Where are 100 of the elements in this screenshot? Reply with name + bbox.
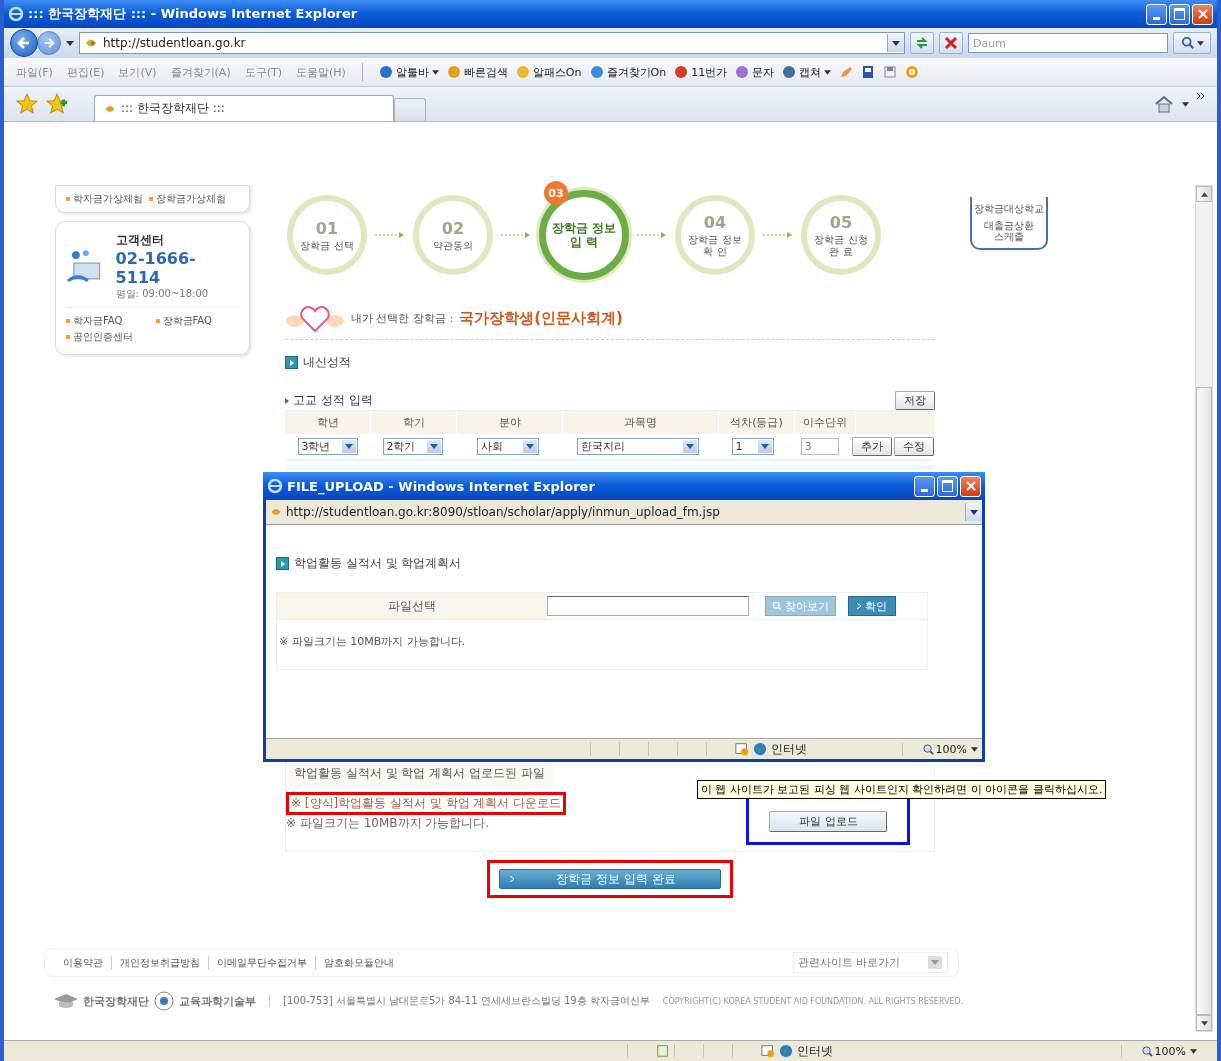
search-field[interactable]: Daum bbox=[968, 33, 1168, 53]
security-zone: 인터넷 bbox=[796, 1042, 833, 1060]
caret-icon bbox=[431, 69, 439, 75]
toolbar-button[interactable]: 문자 bbox=[735, 64, 775, 80]
popup-address-field[interactable]: http://studentloan.go.kr:8090/stloan/scholar/apply/inmun_upload_fm.jsp bbox=[266, 500, 982, 525]
scroll-down-icon[interactable] bbox=[1200, 1020, 1208, 1026]
caret-icon bbox=[426, 440, 441, 453]
close-button[interactable] bbox=[960, 475, 981, 497]
zoom-level[interactable]: 100% bbox=[1120, 1044, 1186, 1058]
maximize-button[interactable] bbox=[1169, 3, 1190, 25]
step-label: 장학금 선택 bbox=[300, 239, 354, 252]
caret-icon[interactable] bbox=[971, 746, 978, 752]
sidebar-link[interactable]: 공인인증센터 bbox=[73, 330, 133, 344]
address-field[interactable]: http://studentloan.go.kr bbox=[79, 32, 905, 54]
column-header: 석차(등급) bbox=[719, 411, 795, 434]
file-size-note: ※ 파일크기는 10MB까지 가능합니다. bbox=[286, 815, 490, 832]
row-action-button[interactable]: 추가 bbox=[851, 437, 892, 456]
add-favorite-icon[interactable] bbox=[46, 93, 68, 115]
dotted-arrow-icon bbox=[637, 231, 667, 239]
search-icon bbox=[772, 601, 782, 611]
related-sites-dropdown[interactable]: 관련사이트 바로가기 bbox=[793, 952, 948, 973]
back-arrow-icon bbox=[17, 36, 31, 50]
toolbar-button[interactable]: 알패스On bbox=[515, 64, 582, 80]
toolbar-button[interactable]: 11번가 bbox=[674, 64, 728, 80]
quick-menu-item[interactable]: 장학금대상학교 bbox=[974, 203, 1044, 214]
sidebar-link[interactable]: 학자금가상체험 bbox=[73, 192, 143, 206]
subject-dropdown[interactable]: 한국지리 bbox=[576, 438, 699, 455]
save-button[interactable]: 저장 bbox=[895, 391, 935, 410]
step-number: 01 bbox=[315, 218, 339, 238]
minimize-button[interactable] bbox=[1146, 3, 1167, 25]
tooltip: 이 웹 사이트가 보고된 피싱 웹 사이트인지 확인하려면 이 아이콘을 클릭하십시오. bbox=[697, 780, 1107, 799]
minimize-button[interactable] bbox=[914, 475, 935, 497]
chevron-icon[interactable] bbox=[1197, 93, 1205, 99]
sidebar-link[interactable]: 학자금FAQ bbox=[73, 314, 123, 328]
forward-arrow-icon bbox=[43, 37, 55, 49]
dotted-arrow-icon bbox=[375, 231, 405, 239]
zoom-icon bbox=[922, 743, 934, 755]
sidebar-link[interactable]: 장학금FAQ bbox=[162, 314, 212, 328]
close-icon bbox=[965, 481, 976, 491]
units-field[interactable]: 3 bbox=[801, 438, 839, 455]
toolbar-button[interactable]: 빠른검색 bbox=[446, 64, 508, 80]
maximize-button[interactable] bbox=[937, 475, 958, 497]
grade-dropdown[interactable]: 3학년 bbox=[297, 438, 358, 455]
globe-icon bbox=[753, 742, 767, 756]
dropdown-button[interactable] bbox=[887, 34, 904, 52]
caret-icon bbox=[341, 440, 356, 453]
chevron-icon bbox=[510, 876, 514, 882]
footer-link[interactable]: 이메일무단수집거부 bbox=[208, 955, 315, 970]
toolbar-button[interactable]: 즐겨찾기On bbox=[589, 64, 667, 80]
field-dropdown[interactable]: 사회 bbox=[476, 438, 539, 455]
bullet-icon bbox=[66, 335, 70, 339]
caret-icon bbox=[892, 40, 900, 46]
footer-link[interactable]: 이용약관 bbox=[55, 955, 111, 970]
column-header: 분야 bbox=[457, 411, 563, 434]
toolbar-icon bbox=[735, 65, 750, 79]
file-path-field[interactable] bbox=[547, 596, 749, 616]
upload-title: 학업활동 실적서 및 학업 계획서 업로드된 파일 bbox=[286, 761, 553, 786]
subsection-title: 고교 성적 입력 bbox=[293, 392, 373, 409]
download-link[interactable]: ※ [양식]학업활동 실적서 및 학업 계획서 다운로드 bbox=[289, 796, 564, 810]
column-header: 학년 bbox=[285, 411, 371, 434]
confirm-button[interactable]: 확인 bbox=[848, 596, 896, 616]
search-button[interactable] bbox=[1173, 32, 1211, 54]
scholarship-label: 내가 선택한 장학금 : bbox=[351, 310, 454, 326]
toolbar-button[interactable]: 캡쳐 bbox=[782, 64, 832, 80]
zoom-level[interactable]: 100% bbox=[901, 742, 967, 756]
caret-icon[interactable] bbox=[66, 40, 74, 46]
bullet-icon bbox=[155, 319, 160, 323]
toolbar-button[interactable]: 알툴바 bbox=[378, 64, 439, 80]
close-button[interactable] bbox=[1192, 3, 1213, 25]
forward-button[interactable] bbox=[37, 31, 61, 55]
sidebar-link[interactable]: 장학금가상체험 bbox=[156, 192, 226, 206]
search-icon bbox=[1180, 36, 1195, 50]
footer-link[interactable]: 개인정보취급방침 bbox=[111, 955, 208, 970]
column-header: 학기 bbox=[371, 411, 457, 434]
caret-icon[interactable] bbox=[1182, 101, 1189, 107]
footer-address: [100-753] 서울특별시 남대문로5가 84-11 연세세브란스빌딩 19층 학자금여신부 bbox=[283, 994, 650, 1008]
scrollbar[interactable] bbox=[1195, 185, 1213, 1032]
refresh-button[interactable] bbox=[910, 32, 934, 54]
row-action-button[interactable]: 수정 bbox=[893, 437, 934, 456]
emblem-icon bbox=[154, 991, 174, 1011]
dropdown-button[interactable] bbox=[965, 503, 982, 521]
back-button[interactable] bbox=[10, 29, 38, 57]
home-icon[interactable] bbox=[1154, 94, 1174, 114]
rank-dropdown[interactable]: 1 bbox=[731, 438, 774, 455]
footer-link[interactable]: 암호화모듈안내 bbox=[315, 955, 402, 970]
star-icon[interactable] bbox=[16, 93, 38, 115]
stop-button[interactable] bbox=[939, 32, 963, 54]
globe-icon bbox=[778, 1044, 793, 1058]
page-icon[interactable] bbox=[861, 65, 876, 79]
foundation-name: 한국장학재단 bbox=[83, 993, 149, 1009]
bullet-icon bbox=[149, 197, 153, 201]
toolbar-icon bbox=[378, 65, 393, 79]
file-select-label: 파일선택 bbox=[387, 597, 437, 615]
section-title: 학업활동 실적서 및 학업계획서 bbox=[294, 555, 462, 572]
caret-icon[interactable] bbox=[1190, 1048, 1197, 1054]
scroll-up-icon[interactable] bbox=[1200, 191, 1208, 197]
browser-tab[interactable]: ::: 한국장학재단 ::: bbox=[94, 95, 394, 121]
quick-menu-item[interactable]: 대출금상환 스케줄 bbox=[974, 220, 1044, 242]
term-dropdown[interactable]: 2학기 bbox=[382, 438, 443, 455]
upload-button[interactable]: 파일 업로드 bbox=[769, 811, 888, 832]
